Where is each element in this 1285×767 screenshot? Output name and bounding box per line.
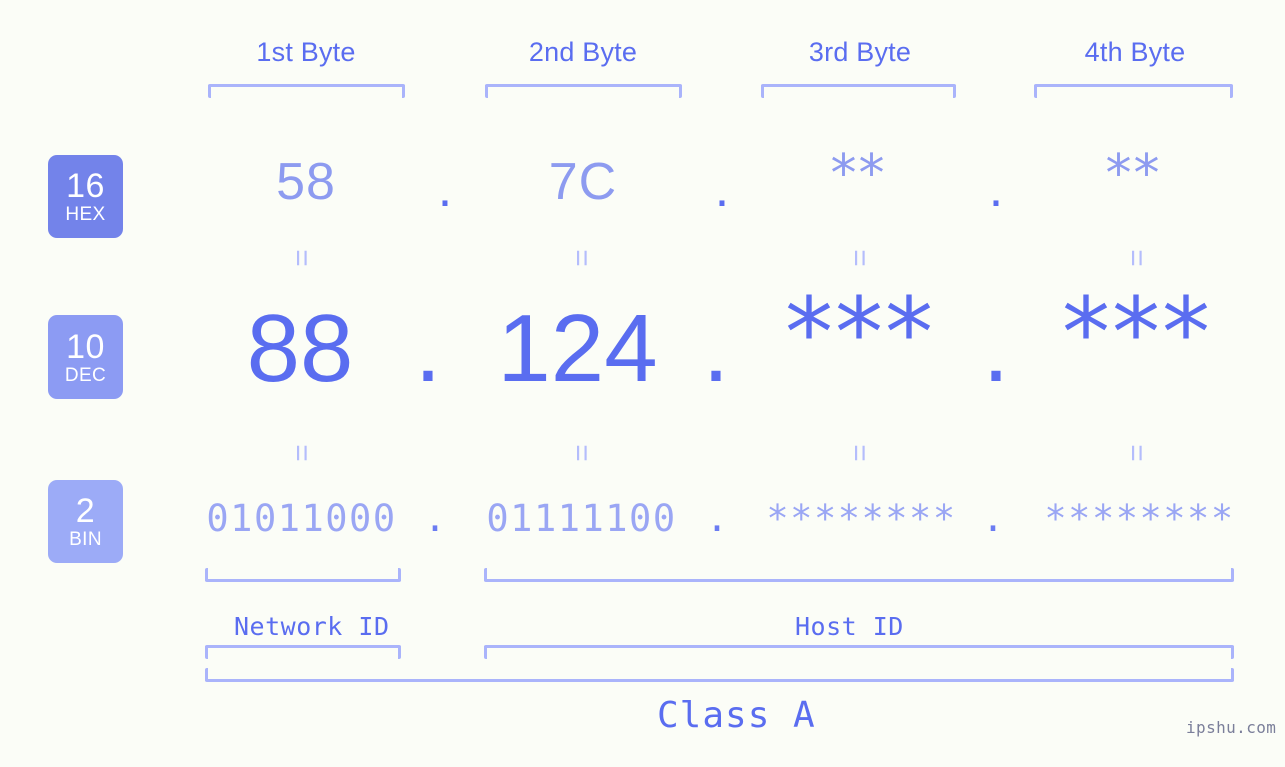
dec-separator-1: .	[414, 295, 442, 402]
ip-address-breakdown-diagram: 1st Byte 2nd Byte 3rd Byte 4th Byte 16 H…	[0, 0, 1285, 767]
byte-bracket-top-3	[761, 84, 956, 98]
bin-separator-1: .	[423, 497, 447, 540]
bin-byte-3: ********	[766, 497, 957, 540]
radix-badge-bin: 2 BIN	[48, 480, 123, 563]
class-label: Class A	[657, 695, 816, 736]
equals-dec-bin-4: =	[1120, 444, 1153, 462]
equals-dec-bin-2: =	[565, 444, 598, 462]
network-id-label: Network ID	[234, 612, 390, 641]
dec-byte-4: ***	[1062, 277, 1212, 389]
byte-bracket-top-1	[208, 84, 405, 98]
dec-byte-3: ***	[785, 277, 935, 389]
equals-hex-dec-4: =	[1120, 249, 1153, 267]
host-id-bracket-bottom	[484, 645, 1234, 659]
host-id-label: Host ID	[795, 612, 904, 641]
hex-byte-3: **	[830, 144, 887, 204]
hex-byte-1: 58	[276, 153, 336, 211]
equals-hex-dec-1: =	[285, 249, 318, 267]
equals-dec-bin-1: =	[285, 444, 318, 462]
dec-byte-2: 124	[497, 295, 658, 402]
equals-hex-dec-3: =	[843, 249, 876, 267]
bin-separator-3: .	[981, 497, 1005, 540]
radix-badge-hex: 16 HEX	[48, 155, 123, 238]
radix-badge-bin-number: 2	[75, 492, 96, 530]
host-id-bracket-top	[484, 568, 1234, 582]
byte-header-2: 2nd Byte	[528, 37, 638, 67]
radix-badge-hex-number: 16	[66, 167, 105, 205]
radix-badge-dec-number: 10	[66, 327, 105, 366]
network-id-bracket-top	[205, 568, 401, 582]
equals-hex-dec-2: =	[565, 249, 598, 267]
hex-byte-4: **	[1105, 144, 1162, 204]
network-id-bracket-bottom	[205, 645, 401, 659]
radix-badge-bin-label: BIN	[69, 529, 102, 550]
bin-byte-4: ********	[1044, 497, 1235, 540]
bin-byte-1: 01011000	[206, 497, 397, 540]
equals-dec-bin-3: =	[843, 444, 876, 462]
dec-separator-3: .	[982, 295, 1010, 402]
hex-separator-1: .	[437, 160, 453, 218]
radix-badge-dec: 10 DEC	[48, 315, 123, 399]
dec-byte-1: 88	[246, 295, 354, 402]
hex-byte-2: 7C	[548, 153, 618, 211]
byte-header-4: 4th Byte	[1084, 37, 1186, 67]
dec-separator-2: .	[702, 295, 730, 402]
byte-bracket-top-4	[1034, 84, 1233, 98]
byte-header-3: 3rd Byte	[808, 37, 912, 67]
radix-badge-dec-label: DEC	[64, 364, 107, 386]
class-bracket	[205, 668, 1234, 682]
hex-separator-3: .	[988, 160, 1004, 218]
radix-badge-hex-label: HEX	[65, 204, 106, 225]
bin-byte-2: 01111100	[486, 497, 677, 540]
byte-bracket-top-2	[485, 84, 682, 98]
bin-separator-2: .	[705, 497, 729, 540]
watermark: ipshu.com	[1186, 718, 1277, 737]
byte-header-1: 1st Byte	[256, 37, 356, 67]
hex-separator-2: .	[714, 160, 730, 218]
